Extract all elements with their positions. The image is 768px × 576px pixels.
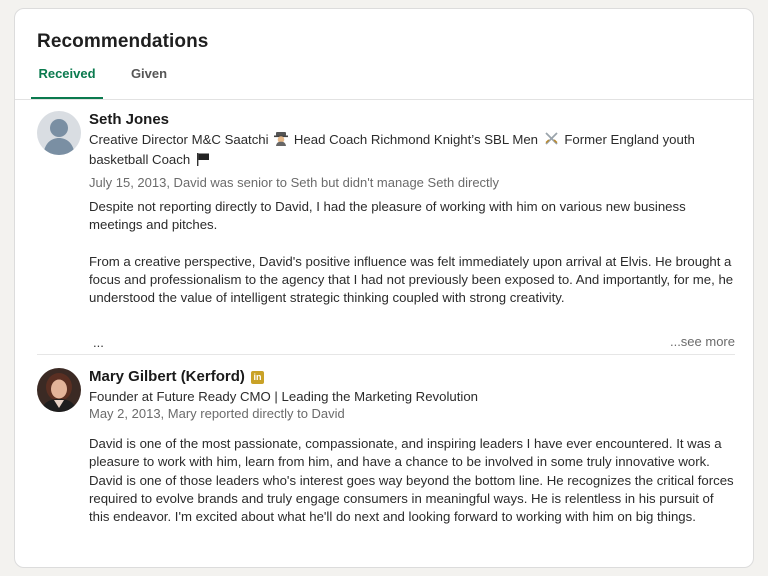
tab-given[interactable]: Given xyxy=(121,65,177,99)
recommender-name[interactable]: Seth Jones xyxy=(89,111,169,128)
black-flag-emoji-icon xyxy=(196,152,210,171)
recommender-name[interactable]: Mary Gilbert (Kerford) in xyxy=(89,368,265,385)
headline-part: Creative Director M&C Saatchi xyxy=(89,132,269,147)
recommender-headline: Creative Director M&C Saatchi Head Coach… xyxy=(89,131,729,171)
detective-emoji-icon xyxy=(274,131,289,151)
recommendation-text: Despite not reporting directly to David,… xyxy=(89,198,737,307)
tab-bar: Received Given xyxy=(15,65,753,100)
see-more-link[interactable]: ...see more xyxy=(670,334,735,349)
section-title: Recommendations xyxy=(37,31,209,52)
recommendation-paragraph: From a creative perspective, David's pos… xyxy=(89,253,734,306)
recommendation-text: David is one of the most passionate, com… xyxy=(89,435,737,526)
truncation-ellipsis: ... xyxy=(93,335,104,350)
photo-avatar-icon xyxy=(37,368,81,412)
default-person-avatar-icon xyxy=(37,111,81,155)
divider xyxy=(37,354,735,355)
headline-part: Head Coach Richmond Knight’s SBL Men xyxy=(293,132,539,147)
avatar[interactable] xyxy=(37,111,81,155)
recommendation-date: July 15, 2013, David was senior to Seth … xyxy=(89,175,500,190)
tab-received[interactable]: Received xyxy=(31,65,103,99)
recommendation-date: May 2, 2013, Mary reported directly to D… xyxy=(89,406,345,421)
recommender-name-text: Mary Gilbert (Kerford) xyxy=(89,368,245,385)
crossed-swords-emoji-icon xyxy=(544,131,559,151)
recommendation-paragraph: David is one of the most passionate, com… xyxy=(89,436,734,525)
linkedin-icon: in xyxy=(251,371,265,384)
recommender-headline: Founder at Future Ready CMO | Leading th… xyxy=(89,389,478,404)
recommendations-card: Recommendations Received Given Seth Jone… xyxy=(14,8,754,568)
avatar[interactable] xyxy=(37,368,81,412)
recommendation-paragraph: Despite not reporting directly to David,… xyxy=(89,199,686,233)
